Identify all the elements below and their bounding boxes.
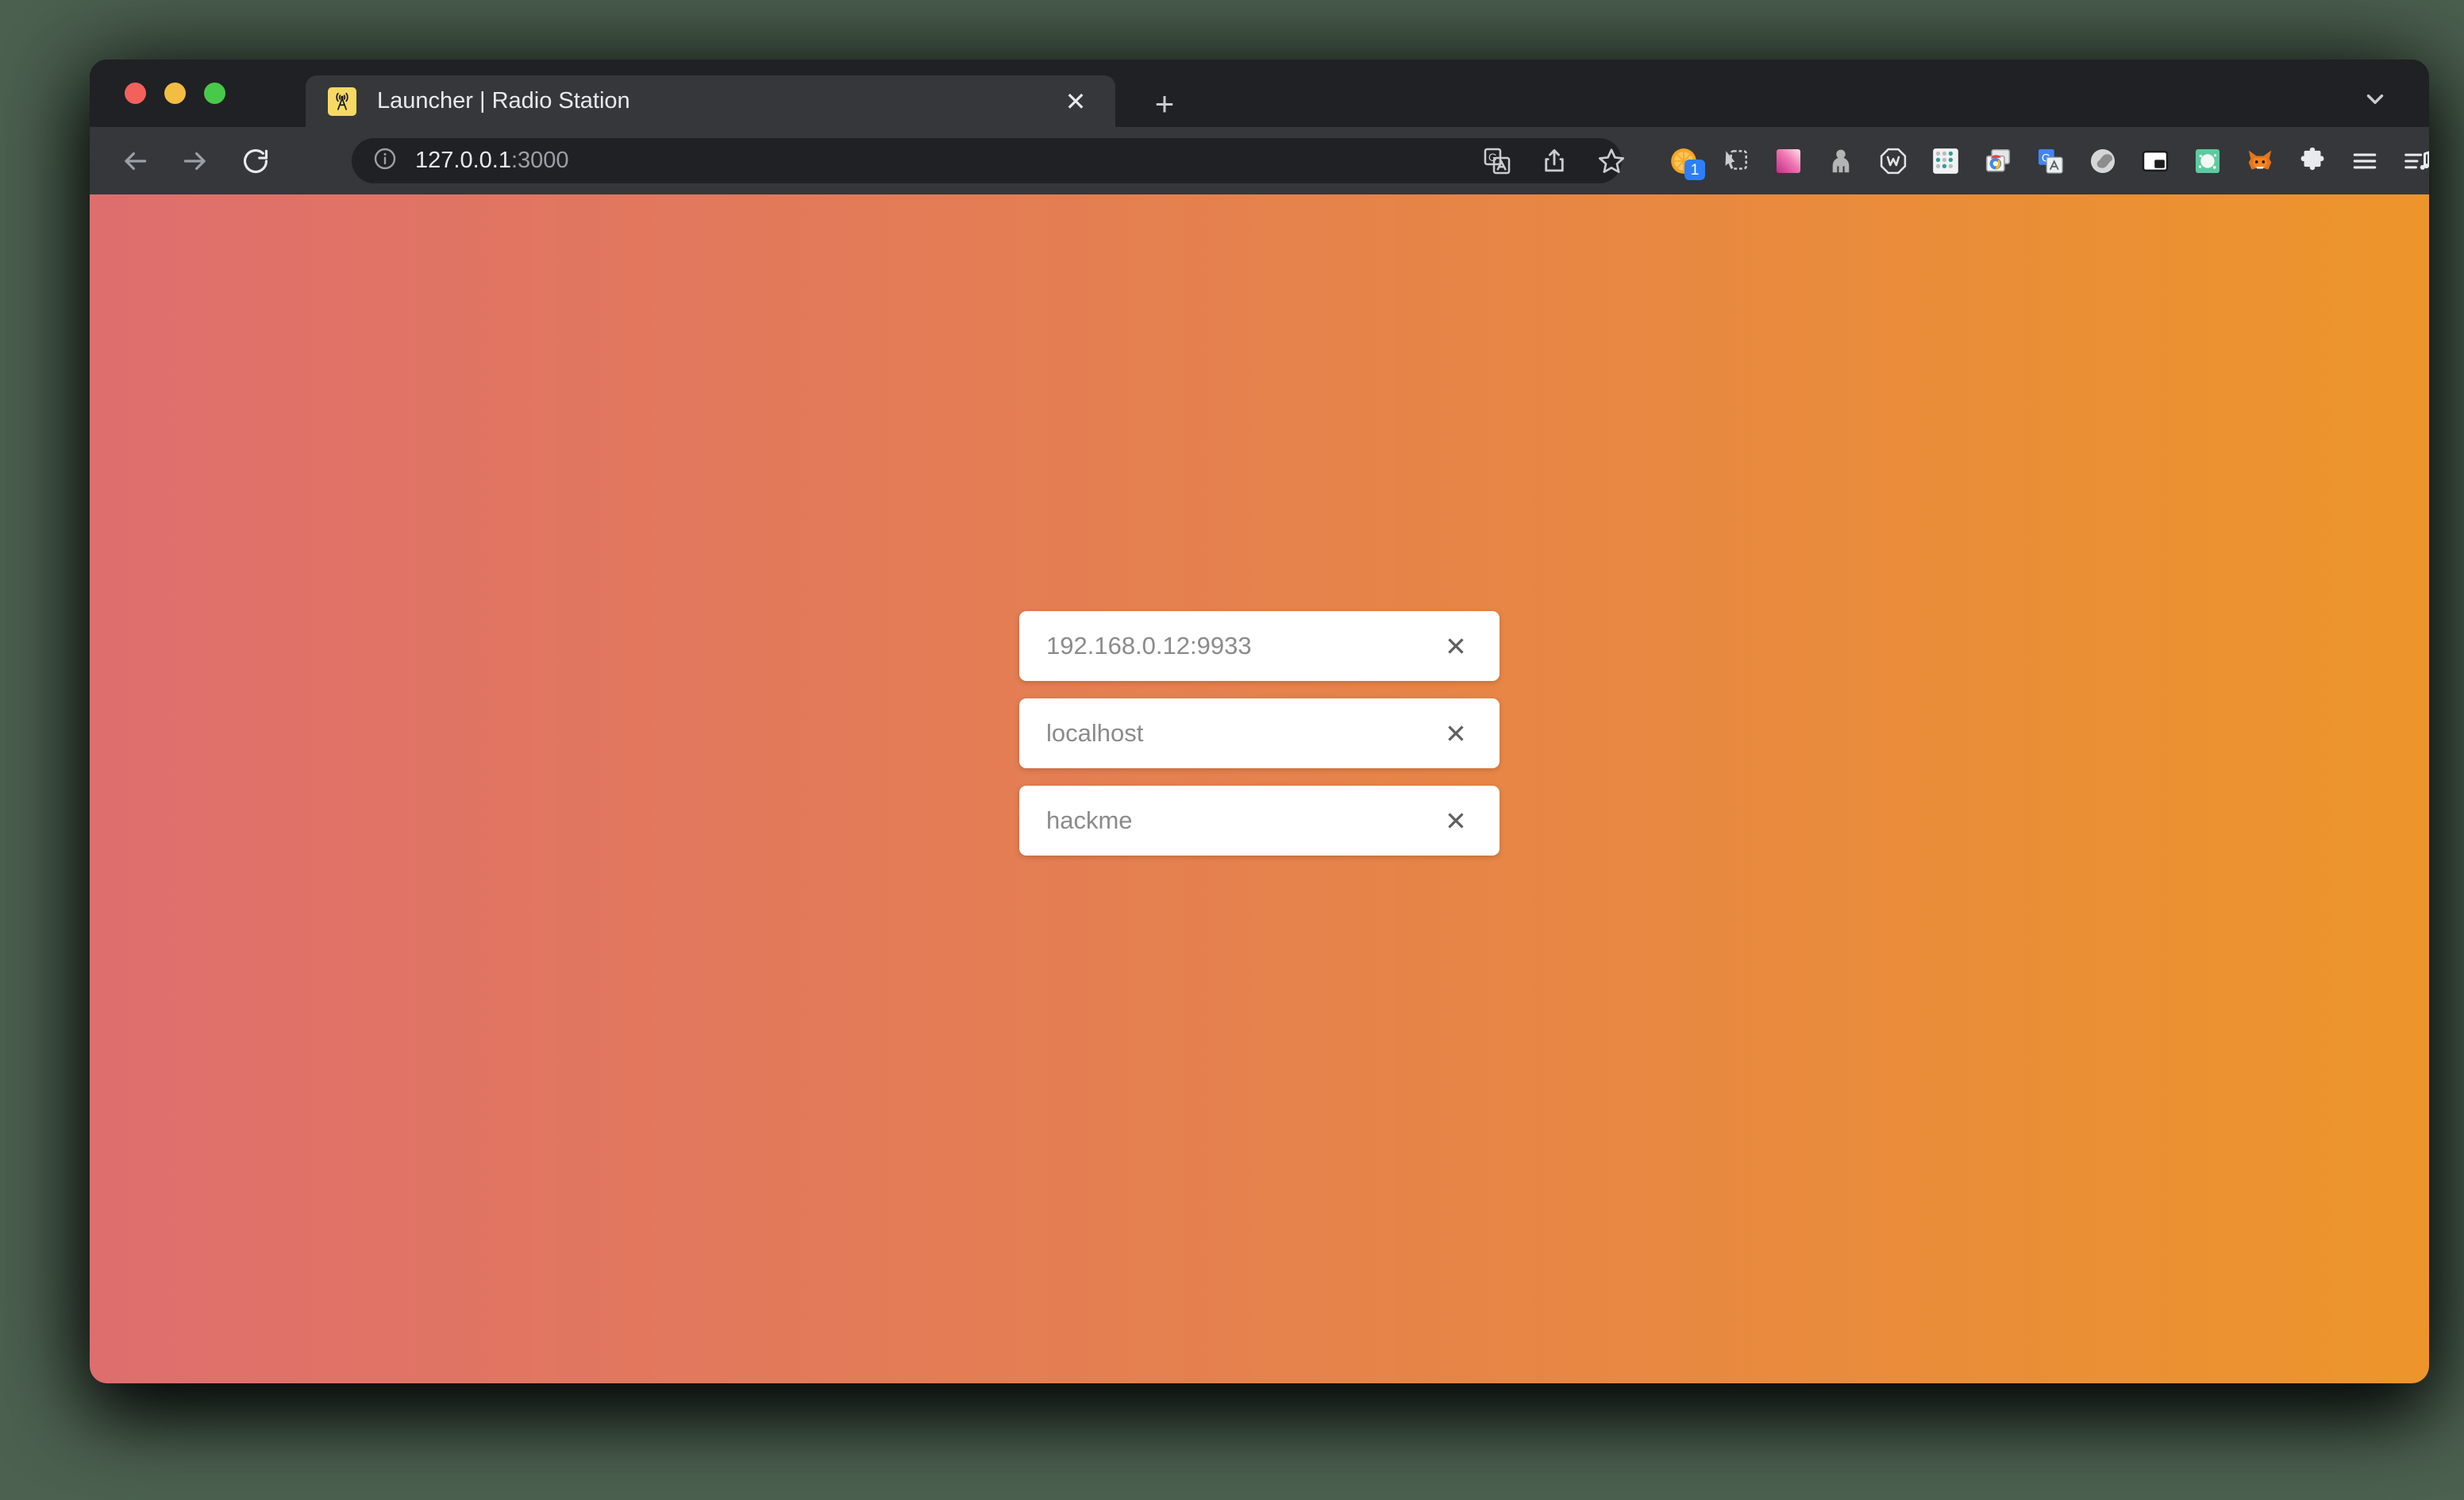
forward-arrow-icon[interactable] xyxy=(171,137,220,186)
password-field[interactable]: hackme ✕ xyxy=(1019,786,1500,856)
bookmark-star-icon[interactable] xyxy=(1585,127,1638,194)
google-translate-icon[interactable]: G xyxy=(2024,127,2077,194)
green-splash-icon[interactable] xyxy=(2181,127,2234,194)
dot-grid-icon[interactable] xyxy=(1919,127,1972,194)
w-octagon-icon[interactable] xyxy=(1867,127,1919,194)
music-playlist-icon[interactable] xyxy=(2391,127,2429,194)
extension-icons: 1 G xyxy=(1657,127,2429,194)
browser-toolbar: 127.0.0.1:3000 G 1 G xyxy=(90,127,2429,194)
info-icon[interactable] xyxy=(372,146,398,175)
extension-badge-count: 1 xyxy=(1684,160,1705,180)
tab-title: Launcher | Radio Station xyxy=(377,88,630,113)
similarweb-swirl-icon[interactable] xyxy=(2077,127,2129,194)
screen: Launcher | Radio Station ✕ + 127.0.0.1:3… xyxy=(0,0,2464,1500)
gray-person-icon[interactable] xyxy=(1815,127,1867,194)
password-clear-button[interactable]: ✕ xyxy=(1439,804,1473,837)
orange-slice-icon[interactable]: 1 xyxy=(1657,127,1710,194)
node-address-clear-button[interactable]: ✕ xyxy=(1439,629,1473,663)
password-value: hackme xyxy=(1046,806,1133,834)
metamask-fox-icon[interactable] xyxy=(2234,127,2286,194)
close-window-button[interactable] xyxy=(125,83,146,104)
hostname-clear-button[interactable]: ✕ xyxy=(1439,717,1473,750)
hostname-field[interactable]: localhost ✕ xyxy=(1019,698,1500,768)
radio-tower-icon xyxy=(328,87,356,116)
omnibox-actions: G xyxy=(1471,138,1638,183)
minimize-window-button[interactable] xyxy=(164,83,186,104)
share-icon[interactable] xyxy=(1528,127,1580,194)
chevron-down-icon[interactable] xyxy=(2353,77,2397,121)
browser-window: Launcher | Radio Station ✕ + 127.0.0.1:3… xyxy=(90,60,2429,1383)
maximize-window-button[interactable] xyxy=(204,83,225,104)
picture-in-picture-icon[interactable] xyxy=(2129,127,2181,194)
address-bar-url: 127.0.0.1:3000 xyxy=(415,148,569,174)
hostname-value: localhost xyxy=(1046,719,1144,747)
window-traffic-lights xyxy=(110,60,225,127)
pink-gradient-icon[interactable] xyxy=(1762,127,1815,194)
page-viewport: 192.168.0.12:9933 ✕ localhost ✕ hackme ✕ xyxy=(90,194,2429,1383)
url-port: :3000 xyxy=(510,148,569,173)
url-host: 127.0.0.1 xyxy=(415,148,511,173)
new-tab-button[interactable]: + xyxy=(1145,85,1184,123)
translate-icon[interactable]: G xyxy=(1471,127,1523,194)
browser-tab[interactable]: Launcher | Radio Station ✕ xyxy=(306,75,1115,127)
puzzle-piece-icon[interactable] xyxy=(2286,127,2339,194)
launcher-form: 192.168.0.12:9933 ✕ localhost ✕ hackme ✕ xyxy=(1019,611,1500,856)
tab-strip: Launcher | Radio Station ✕ + xyxy=(90,60,2429,127)
reload-icon[interactable] xyxy=(231,137,280,186)
node-address-field[interactable]: 192.168.0.12:9933 ✕ xyxy=(1019,611,1500,681)
node-address-value: 192.168.0.12:9933 xyxy=(1046,632,1252,660)
cursor-select-icon[interactable] xyxy=(1710,127,1762,194)
chrome-windows-icon[interactable] xyxy=(1972,127,2024,194)
tab-close-button[interactable]: ✕ xyxy=(1058,84,1093,119)
back-arrow-icon[interactable] xyxy=(110,137,160,186)
hamburger-menu-icon[interactable] xyxy=(2339,127,2391,194)
address-bar[interactable]: 127.0.0.1:3000 xyxy=(352,138,1622,183)
